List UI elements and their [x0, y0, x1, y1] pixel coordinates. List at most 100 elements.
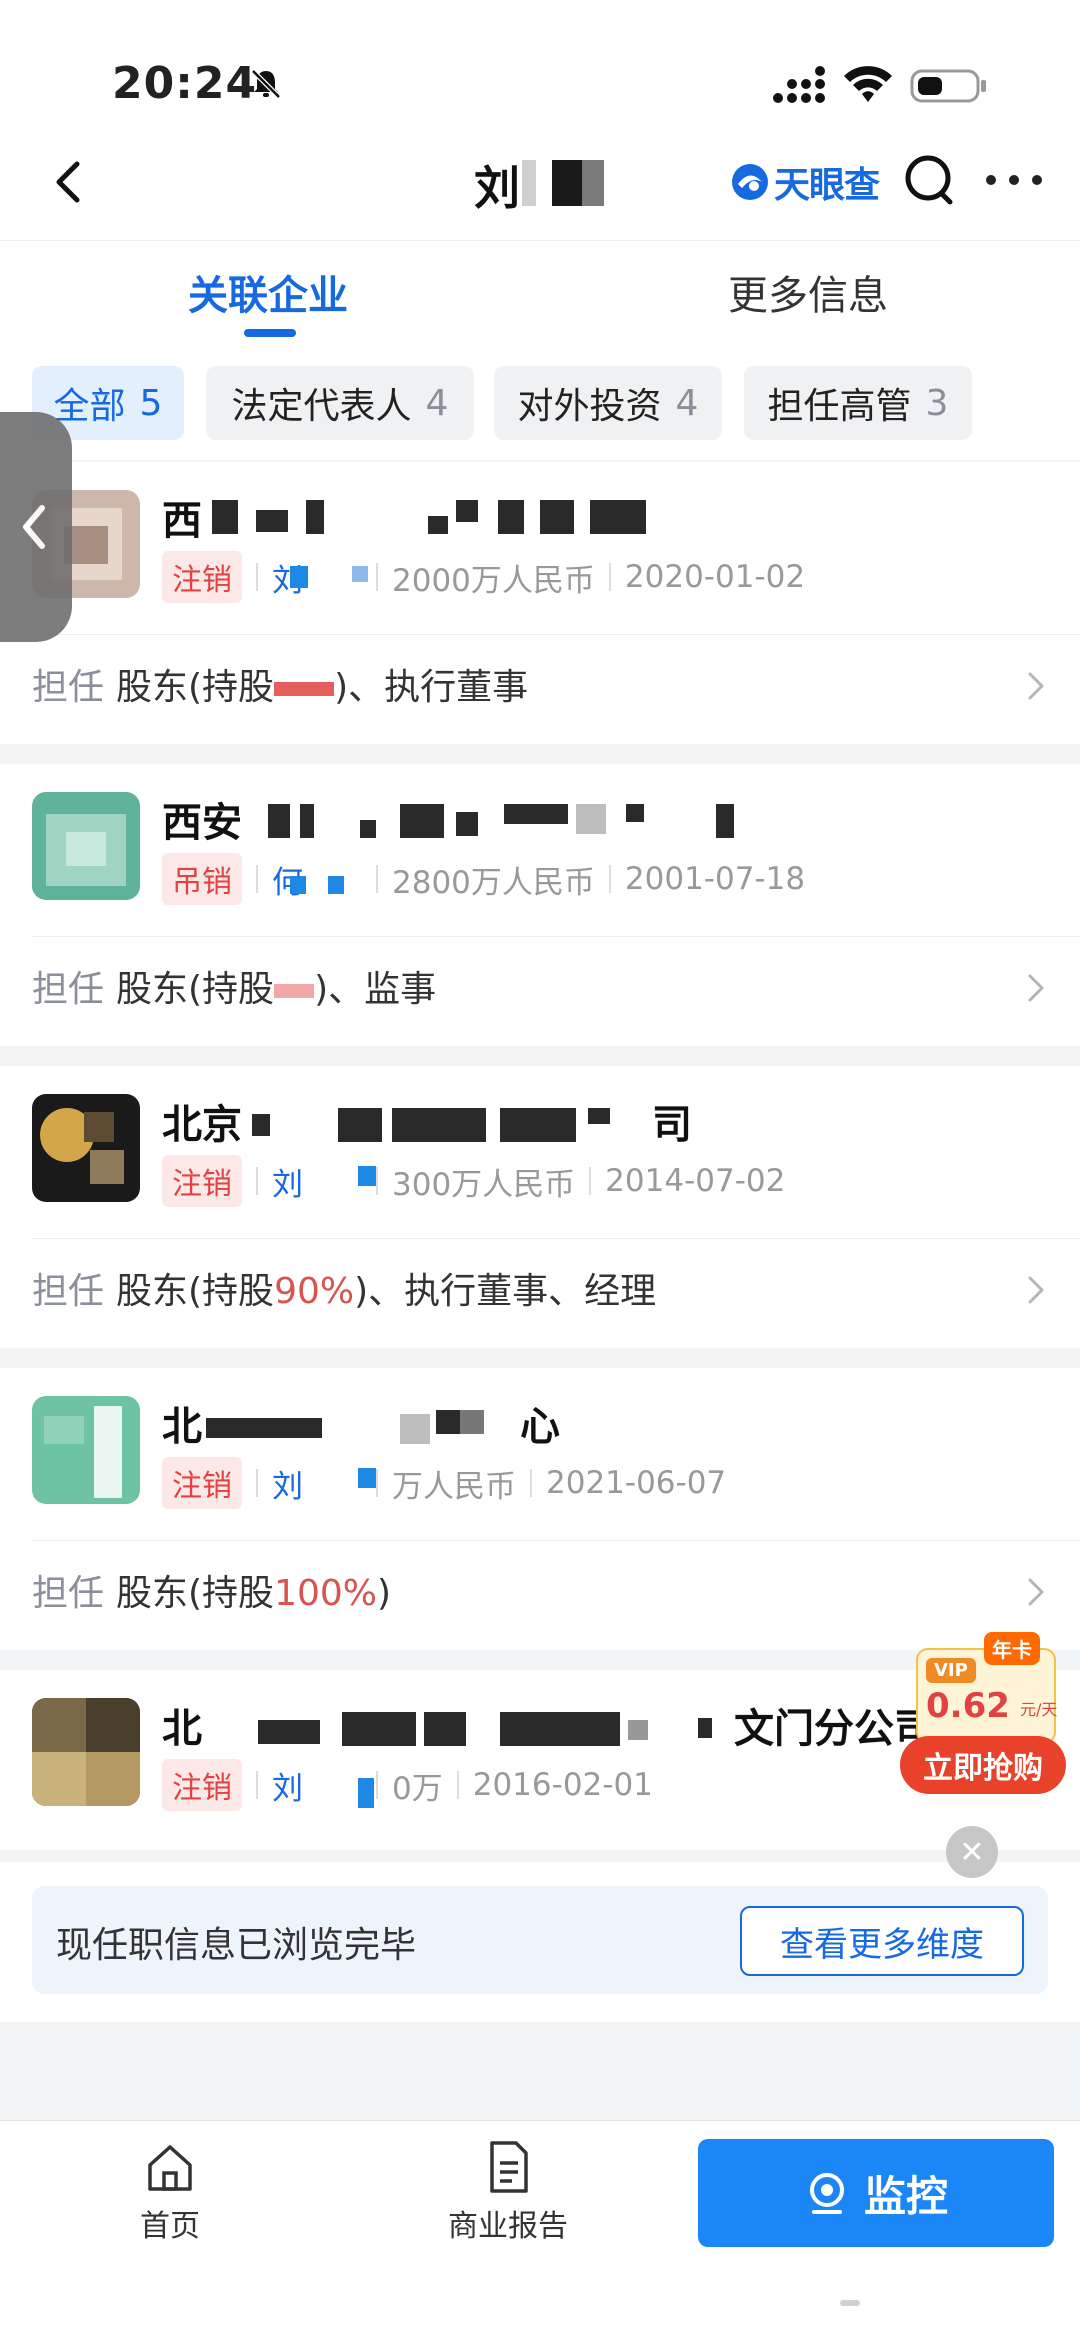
back-button[interactable] — [38, 152, 98, 212]
tab-more-info[interactable]: 更多信息 — [728, 263, 888, 321]
company-name: 北京 — [162, 1102, 242, 1148]
name-redaction-block — [428, 516, 448, 534]
name-redaction-block — [576, 804, 606, 834]
search-icon[interactable] — [900, 150, 960, 210]
chevron-right-icon — [1028, 1578, 1044, 1606]
legal-rep-link[interactable]: 刘 — [272, 1461, 362, 1506]
filter-chip-row: 全部 5 法定代表人 4 对外投资 4 担任高管 3 — [0, 340, 1080, 460]
promo-price: 0.62 — [926, 1686, 1010, 1726]
status-bar: 20:24 — [0, 0, 1080, 150]
chip-label: 法定代表人 — [231, 386, 412, 427]
role-description: 担任 股东(持股90%)、执行董事、经理 — [32, 1262, 656, 1314]
name-redaction-mosaic — [522, 160, 612, 206]
name-redaction-block — [256, 510, 288, 532]
chip-label: 全部 — [53, 386, 126, 427]
rep-redaction-block — [290, 566, 308, 588]
name-redaction-block — [716, 804, 734, 838]
dot-icon — [1032, 175, 1042, 185]
legal-rep-link[interactable]: 刘 — [272, 555, 362, 600]
legal-rep-link[interactable]: 刘 — [272, 1763, 362, 1808]
role-suffix: )、执行董事 — [334, 667, 529, 708]
close-icon[interactable]: ✕ — [946, 1826, 998, 1878]
active-tab-indicator — [244, 329, 296, 337]
tab-bar: 关联企业 更多信息 — [0, 240, 1080, 340]
status-time: 20:24 — [112, 58, 258, 109]
divider — [608, 563, 611, 591]
divider — [256, 1167, 258, 1195]
promo-unit: 元/天 — [1020, 1700, 1058, 1719]
name-redaction-block — [400, 1414, 430, 1444]
registered-capital: 2800万人民币 — [392, 864, 595, 901]
name-redaction-block — [338, 1108, 382, 1142]
chip-count: 5 — [139, 382, 163, 424]
name-redaction-block — [628, 1720, 648, 1740]
name-redaction-block — [456, 812, 478, 836]
divider — [376, 563, 378, 591]
name-redaction-block — [360, 820, 376, 838]
divider — [256, 1469, 258, 1497]
filter-chip-investment[interactable]: 对外投资 4 — [494, 366, 722, 440]
tab-related-companies[interactable]: 关联企业 — [188, 263, 348, 321]
side-floating-handle[interactable] — [0, 412, 72, 642]
watermark-icon — [840, 2300, 860, 2306]
card-divider — [32, 634, 1080, 635]
vip-promo-float[interactable]: 年卡 VIP 0.62 元/天 立即抢购 — [898, 1628, 1068, 1798]
end-notice-box: 现任职信息已浏览完毕 查看更多维度 — [32, 1886, 1048, 1994]
role-label: 担任 — [32, 969, 105, 1010]
rep-redaction-block — [328, 876, 344, 894]
company-meta: 注销 刘 2000万人民币 2020-01-02 — [162, 551, 806, 603]
company-meta: 注销 刘 万人民币 2021-06-07 — [162, 1457, 727, 1509]
chip-count: 4 — [675, 382, 699, 424]
company-logo — [32, 1094, 140, 1202]
home-icon — [148, 2145, 192, 2191]
divider — [256, 563, 258, 591]
name-redaction-block — [498, 500, 524, 534]
divider — [608, 865, 611, 893]
filter-chip-executive[interactable]: 担任高管 3 — [744, 366, 972, 440]
battery-icon — [910, 69, 986, 103]
more-options-button[interactable] — [982, 150, 1046, 210]
view-more-dimensions-button[interactable]: 查看更多维度 — [740, 1906, 1024, 1976]
nav-home[interactable]: 首页 — [90, 2139, 250, 2245]
rep-redaction-block — [358, 1778, 374, 1808]
name-redaction-block — [698, 1718, 712, 1738]
role-prefix: 股东(持股 — [116, 667, 275, 708]
role-prefix: 股东(持股 — [116, 1271, 275, 1312]
role-suffix: ) — [376, 1573, 392, 1614]
company-card[interactable]: 北 心 注销 刘 万人民币 2021-06-07 担任 股东(持股100%) — [0, 1368, 1080, 1650]
company-name: 西安 — [162, 800, 242, 846]
rep-redaction-block — [290, 876, 306, 894]
legal-rep-link[interactable]: 刘 — [272, 1159, 362, 1204]
company-card[interactable]: 西 注销 刘 2000万人民币 2020-01-02 担任 股东(持股)、执行董事 — [0, 462, 1080, 744]
name-redaction-block — [456, 500, 478, 522]
divider — [376, 865, 378, 893]
name-redaction-block — [588, 1108, 610, 1124]
name-redaction-block — [300, 804, 314, 838]
divider — [376, 1469, 378, 1497]
founded-date: 2021-06-07 — [546, 1465, 727, 1501]
end-of-list-panel: 现任职信息已浏览完毕 查看更多维度 — [0, 1862, 1080, 2022]
founded-date: 2020-01-02 — [624, 559, 806, 595]
monitor-button[interactable]: 监控 — [698, 2139, 1054, 2247]
nav-label: 商业报告 — [448, 2209, 568, 2244]
name-redaction-block — [540, 500, 574, 534]
divider — [376, 1771, 378, 1799]
company-card[interactable]: 西安 吊销 何 2800万人民币 2001-07-18 担任 股东(持股)、监事 — [0, 764, 1080, 1046]
chip-count: 4 — [425, 382, 449, 424]
divider — [456, 1771, 459, 1799]
founded-date: 2001-07-18 — [624, 861, 806, 897]
company-logo — [32, 1396, 140, 1504]
filter-chip-legal-rep[interactable]: 法定代表人 4 — [206, 366, 474, 440]
legal-rep-link[interactable]: 何 — [272, 857, 362, 902]
divider — [376, 1167, 378, 1195]
chip-label: 对外投资 — [517, 386, 662, 427]
name-redaction-block — [500, 1712, 620, 1746]
divider — [256, 1771, 258, 1799]
name-redaction-block — [342, 1712, 416, 1746]
role-label: 担任 — [32, 1573, 105, 1614]
nav-business-report[interactable]: 商业报告 — [428, 2139, 588, 2245]
company-card[interactable]: 北京 司 注销 刘 300万人民币 2014-07-02 担任 股东(持股90%)… — [0, 1066, 1080, 1348]
name-redaction-block — [626, 804, 644, 822]
promo-buy-button[interactable]: 立即抢购 — [900, 1736, 1066, 1794]
wifi-icon — [844, 66, 892, 102]
